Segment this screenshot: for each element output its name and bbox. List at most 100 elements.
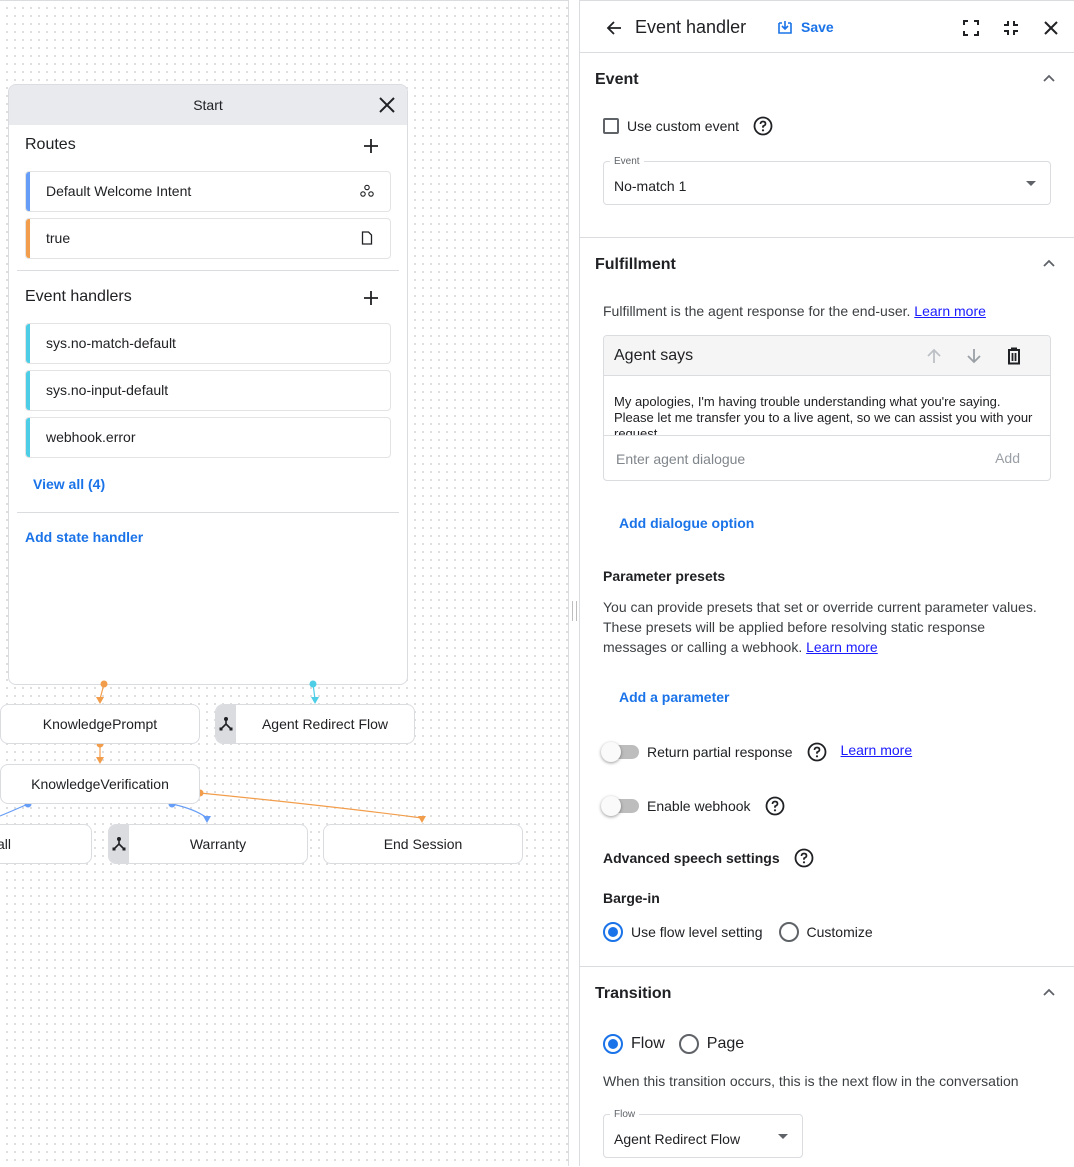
start-page-panel: Start Routes Default Welcome Intent true…	[8, 84, 408, 685]
flow-canvas[interactable]: Start Routes Default Welcome Intent true…	[0, 0, 568, 1166]
help-icon[interactable]	[753, 116, 773, 136]
flow-select-label: Flow	[610, 1109, 640, 1120]
node-label: all	[0, 836, 11, 852]
node-label: Agent Redirect Flow	[261, 716, 389, 732]
routes-label: Routes	[25, 136, 76, 153]
panel-resize-handle[interactable]	[568, 0, 580, 1166]
custom-event-label: Use custom event	[627, 118, 740, 134]
route-label: Default Welcome Intent	[46, 183, 192, 199]
add-route-plus-icon[interactable]	[361, 136, 381, 156]
node-label: End Session	[383, 836, 463, 852]
route-item[interactable]: true	[25, 218, 391, 259]
learn-more-link[interactable]: Learn more	[914, 303, 986, 319]
barge-in-option-label: Customize	[806, 924, 873, 940]
transition-section-title: Transition	[595, 985, 672, 1002]
node-label: Warranty	[189, 836, 247, 852]
help-icon[interactable]	[794, 848, 814, 868]
parameter-presets-description: You can provide presets that set or over…	[603, 597, 1051, 657]
view-all-link[interactable]: View all (4)	[33, 476, 105, 492]
node-warranty[interactable]: Warranty	[108, 824, 308, 864]
return-partial-learn-more-link[interactable]: Learn more	[841, 742, 913, 758]
intent-icon	[360, 184, 374, 197]
add-state-handler-link[interactable]: Add state handler	[25, 529, 143, 545]
fulfillment-description-text: Fulfillment is the agent response for th…	[603, 303, 911, 319]
flow-select-value: Agent Redirect Flow	[614, 1131, 741, 1147]
node-end-session[interactable]: End Session	[323, 824, 523, 864]
transition-flow-radio[interactable]	[603, 1034, 623, 1054]
route-item[interactable]: Default Welcome Intent	[25, 171, 391, 212]
route-color-bar	[26, 172, 30, 211]
help-icon[interactable]	[807, 742, 827, 762]
node-knowledgeverification[interactable]: KnowledgeVerification	[0, 764, 200, 804]
node-knowledgeprompt[interactable]: KnowledgePrompt	[0, 704, 200, 744]
parameter-learn-more-link[interactable]: Learn more	[806, 639, 878, 655]
transition-option-label: Flow	[631, 1035, 665, 1052]
chevron-up-icon[interactable]	[1042, 987, 1056, 997]
save-button[interactable]: Save	[777, 19, 834, 35]
close-panel-icon[interactable]	[1041, 18, 1061, 38]
page-icon	[361, 231, 373, 245]
agent-says-title: Agent says	[614, 347, 694, 364]
help-icon[interactable]	[765, 796, 785, 816]
transition-section: Transition Flow Page When this transitio…	[580, 967, 1074, 1158]
add-event-handler-plus-icon[interactable]	[361, 288, 381, 308]
event-handlers-label: Event handlers	[25, 288, 132, 305]
handler-color-bar	[26, 324, 30, 363]
return-partial-response-toggle[interactable]	[601, 742, 639, 762]
delete-trash-icon[interactable]	[1004, 346, 1024, 366]
transition-description: When this transition occurs, this is the…	[603, 1073, 1019, 1089]
event-section-header[interactable]: Event	[580, 53, 1074, 105]
advanced-speech-title: Advanced speech settings	[603, 850, 780, 866]
fulfillment-section-header[interactable]: Fulfillment	[580, 238, 1074, 290]
agent-says-text[interactable]: My apologies, I'm having trouble underst…	[604, 376, 1050, 436]
add-parameter-link[interactable]: Add a parameter	[619, 689, 729, 705]
panel-title: Event handler	[635, 17, 747, 37]
node-label: KnowledgeVerification	[31, 776, 169, 792]
move-up-arrow-icon[interactable]	[924, 346, 944, 366]
back-arrow-icon[interactable]	[604, 18, 624, 38]
add-dialogue-option-link[interactable]: Add dialogue option	[619, 515, 754, 531]
flow-icon	[219, 717, 233, 731]
dropdown-arrow-icon	[778, 1134, 788, 1139]
agent-dialogue-input[interactable]	[614, 450, 944, 468]
event-select[interactable]: Event No-match 1	[603, 156, 1051, 205]
agent-says-card: Agent says My apologies, I'm having trou…	[603, 335, 1051, 481]
fullscreen-icon[interactable]	[961, 18, 981, 38]
event-handler-item[interactable]: webhook.error	[25, 417, 391, 458]
node-agent-redirect-flow[interactable]: Agent Redirect Flow	[215, 704, 415, 744]
edge-verification-to-end-session	[196, 789, 426, 823]
parameter-presets-title: Parameter presets	[603, 568, 726, 584]
enable-webhook-toggle[interactable]	[601, 796, 639, 816]
custom-event-checkbox[interactable]	[603, 118, 619, 134]
fulfillment-section: Fulfillment Fulfillment is the agent res…	[580, 238, 1074, 967]
event-handler-label: sys.no-input-default	[46, 382, 169, 398]
flow-tab	[216, 705, 236, 743]
move-down-arrow-icon[interactable]	[964, 346, 984, 366]
route-label: true	[46, 230, 71, 246]
handler-color-bar	[26, 371, 30, 410]
event-handler-panel: Event handler Save Event Use custom even…	[580, 0, 1074, 1166]
routes-header: Routes	[9, 125, 407, 171]
exit-fullscreen-icon[interactable]	[1001, 18, 1021, 38]
barge-in-flow-level-radio[interactable]	[603, 922, 623, 942]
event-handler-item[interactable]: sys.no-match-default	[25, 323, 391, 364]
transition-option-label: Page	[706, 1035, 745, 1052]
node-partial-left[interactable]: all	[0, 824, 92, 864]
chevron-up-icon[interactable]	[1042, 258, 1056, 268]
barge-in-title: Barge-in	[603, 890, 660, 906]
fulfillment-description: Fulfillment is the agent response for th…	[603, 301, 1051, 321]
agent-says-header: Agent says	[604, 336, 1050, 376]
event-handler-label: webhook.error	[46, 429, 136, 445]
enable-webhook-label: Enable webhook	[647, 798, 751, 814]
chevron-up-icon[interactable]	[1042, 73, 1056, 83]
close-icon[interactable]	[377, 95, 397, 115]
barge-in-customize-radio[interactable]	[778, 922, 799, 942]
flow-select[interactable]: Flow Agent Redirect Flow	[603, 1109, 803, 1158]
flow-tab	[109, 825, 129, 863]
add-dialogue-button[interactable]: Add	[995, 450, 1020, 466]
transition-page-radio[interactable]	[678, 1034, 699, 1054]
event-handlers-header: Event handlers	[9, 277, 407, 323]
handler-color-bar	[26, 418, 30, 457]
event-handler-item[interactable]: sys.no-input-default	[25, 370, 391, 411]
transition-section-header[interactable]: Transition	[580, 967, 1074, 1019]
